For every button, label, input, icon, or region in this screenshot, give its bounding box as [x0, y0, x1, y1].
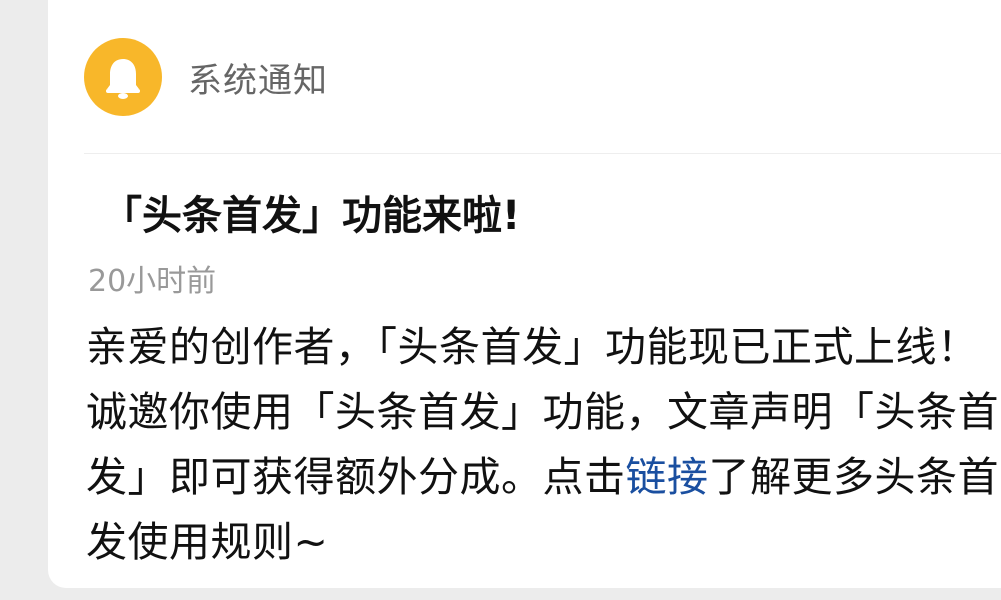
notification-card: 系统通知 「头条首发」功能来啦! 20小时前 亲爱的创作者，「头条首发」功能现已…	[48, 0, 1001, 588]
notification-body: 亲爱的创作者，「头条首发」功能现已正式上线！诚邀你使用「头条首发」功能，文章声明…	[86, 315, 1001, 575]
sender-name: 系统通知	[188, 60, 328, 101]
divider	[84, 153, 1001, 154]
timestamp: 20小时前	[88, 264, 217, 299]
notification-header: 系统通知	[84, 38, 328, 116]
bell-icon	[84, 38, 162, 116]
notification-title: 「头条首发」功能来啦!	[102, 193, 521, 239]
rules-link[interactable]: 链接	[626, 453, 709, 501]
